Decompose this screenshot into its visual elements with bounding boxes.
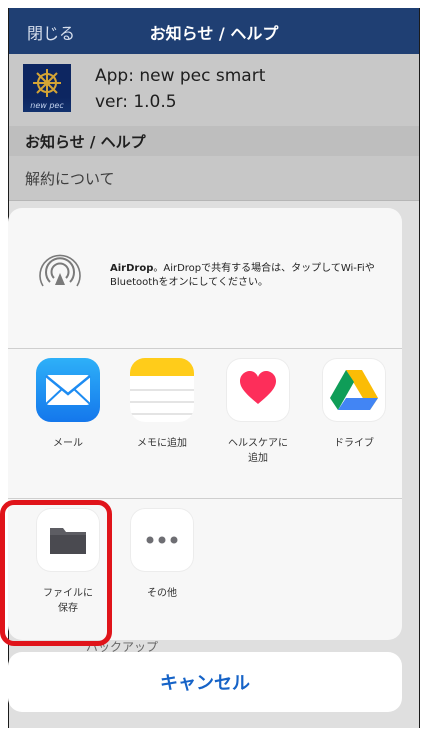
airdrop-description: AirDrop。AirDropで共有する場合は、タップしてWi-FiやBluet… [110,262,395,290]
notes-icon [130,358,194,422]
share-app-label: ドライブ [334,438,374,449]
share-app-mail[interactable]: メール [28,358,108,451]
share-app-label: メモに追加 [137,438,187,449]
share-apps-row: メール メモに追加 ヘルスケアに 追加 ドライブ [8,358,402,498]
cancel-button[interactable]: キャンセル [8,652,402,712]
action-label: その他 [147,588,177,599]
divider [8,498,402,499]
drive-icon [322,358,386,422]
share-app-label: メール [53,438,83,449]
airdrop-row[interactable]: AirDrop。AirDropで共有する場合は、タップしてWi-FiやBluet… [8,208,402,348]
cancel-label: キャンセル [160,673,250,694]
share-app-health[interactable]: ヘルスケアに 追加 [218,358,298,466]
more-icon [130,508,194,572]
highlight-annotation [0,500,112,646]
nav-title: お知らせ / ヘルプ [149,24,279,43]
divider [8,348,402,349]
navigation-bar: 閉じる お知らせ / ヘルプ [9,8,419,54]
share-app-notes[interactable]: メモに追加 [122,358,202,451]
share-app-drive[interactable]: ドライブ [314,358,394,451]
share-app-label: ヘルスケアに 追加 [228,438,288,464]
more-action[interactable]: その他 [122,508,202,601]
mail-icon [36,358,100,422]
airdrop-icon [39,254,81,287]
airdrop-title: AirDrop [110,263,154,274]
health-icon [226,358,290,422]
